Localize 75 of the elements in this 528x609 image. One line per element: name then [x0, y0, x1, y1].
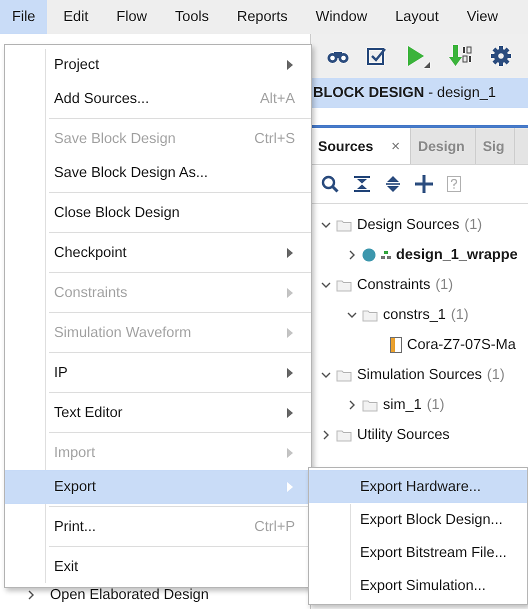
menu-item[interactable]: Print... Ctrl+P — [5, 510, 311, 544]
design-title: BLOCK DESIGN - design_1 — [313, 85, 496, 101]
menu-item[interactable]: Export Bitstream File... — [309, 536, 527, 569]
menu-bar-item[interactable]: Tools — [163, 0, 221, 34]
submenu-arrow-icon — [287, 60, 293, 70]
menu-bar-item[interactable]: Flow — [104, 0, 159, 34]
folder-icon — [336, 368, 352, 382]
shortcut-text: Ctrl+S — [254, 131, 295, 147]
folder-icon — [362, 308, 378, 322]
panel-tab[interactable]: Sources × — [311, 128, 412, 164]
tree-item[interactable]: constrs_1 — [383, 307, 446, 323]
tree-item[interactable]: sim_1 — [383, 397, 422, 413]
folder-icon — [336, 428, 352, 442]
menu-item[interactable]: Export Hardware... — [309, 470, 527, 503]
close-icon[interactable]: × — [391, 138, 400, 154]
folder-icon — [336, 278, 352, 292]
menu-bar-item[interactable]: Layout — [383, 0, 451, 34]
menu-bar-item[interactable]: Reports — [224, 0, 300, 34]
menu-item[interactable]: Save Block Design As... — [5, 156, 311, 190]
menu-bar-item[interactable]: Window — [304, 0, 380, 34]
submenu-arrow-icon — [287, 482, 293, 492]
collapse-chevron-icon[interactable] — [347, 310, 357, 320]
menu-item[interactable]: Export Block Design... — [309, 503, 527, 536]
menu-item[interactable]: IP — [5, 356, 311, 390]
menu-item[interactable]: Text Editor — [5, 396, 311, 430]
tree-item[interactable]: Cora-Z7-07S-Ma — [407, 337, 516, 353]
add-icon[interactable] — [415, 175, 433, 193]
tree-item[interactable]: design_1_wrappe — [396, 247, 518, 263]
collapse-all-icon[interactable] — [353, 175, 371, 193]
navigator-item[interactable]: Open Elaborated Design — [50, 586, 209, 602]
menu-item[interactable]: Add Sources... Alt+A — [5, 82, 311, 116]
expand-chevron-icon[interactable] — [321, 430, 331, 440]
tree-item[interactable]: Design Sources — [357, 217, 460, 233]
menu-item[interactable]: Export Simulation... — [309, 569, 527, 602]
menu-item[interactable]: Checkpoint — [5, 236, 311, 270]
file-icon — [390, 337, 402, 353]
search-icon[interactable] — [321, 175, 339, 193]
shortcut-text: Alt+A — [260, 91, 295, 107]
menu-item[interactable]: Project — [5, 48, 311, 82]
menu-bar-item[interactable]: Edit — [51, 0, 100, 34]
submenu-arrow-icon — [287, 448, 293, 458]
bitstream-download-icon[interactable] — [449, 44, 473, 68]
run-icon[interactable] — [405, 44, 431, 68]
item-count: (1) — [450, 307, 469, 323]
expand-chevron-icon[interactable] — [347, 400, 357, 410]
menu-bar-item[interactable]: File — [0, 0, 48, 34]
submenu-arrow-icon — [287, 368, 293, 378]
hierarchy-icon — [381, 251, 391, 259]
expand-chevron-icon[interactable] — [26, 590, 36, 600]
tree-item[interactable]: Simulation Sources — [357, 367, 482, 383]
submenu-arrow-icon — [287, 408, 293, 418]
circle-icon — [362, 248, 376, 262]
item-count: (1) — [464, 217, 482, 233]
expand-chevron-icon[interactable] — [347, 250, 357, 260]
collapse-chevron-icon[interactable] — [321, 220, 331, 230]
menu-bar-item[interactable]: View — [454, 0, 510, 34]
folder-icon — [336, 218, 352, 232]
collapse-chevron-icon[interactable] — [321, 370, 331, 380]
settings-icon[interactable] — [491, 46, 511, 66]
submenu-arrow-icon — [287, 328, 293, 338]
submenu-arrow-icon — [287, 288, 293, 298]
folder-icon — [362, 398, 378, 412]
tree-item[interactable]: Utility Sources — [357, 427, 450, 443]
menu-item[interactable]: Exit — [5, 550, 311, 584]
checkbox-icon[interactable] — [367, 46, 387, 66]
expand-all-icon[interactable] — [385, 175, 401, 193]
submenu-arrow-icon — [287, 248, 293, 258]
item-count: (1) — [435, 277, 454, 293]
item-count: (1) — [486, 367, 505, 383]
collapse-chevron-icon[interactable] — [321, 280, 331, 290]
item-count: (1) — [426, 397, 444, 413]
shortcut-text: Ctrl+P — [254, 519, 295, 535]
menu-item[interactable]: Export — [5, 470, 311, 504]
menu-item[interactable]: Close Block Design — [5, 196, 311, 230]
tree-item[interactable]: Constraints — [357, 277, 430, 293]
